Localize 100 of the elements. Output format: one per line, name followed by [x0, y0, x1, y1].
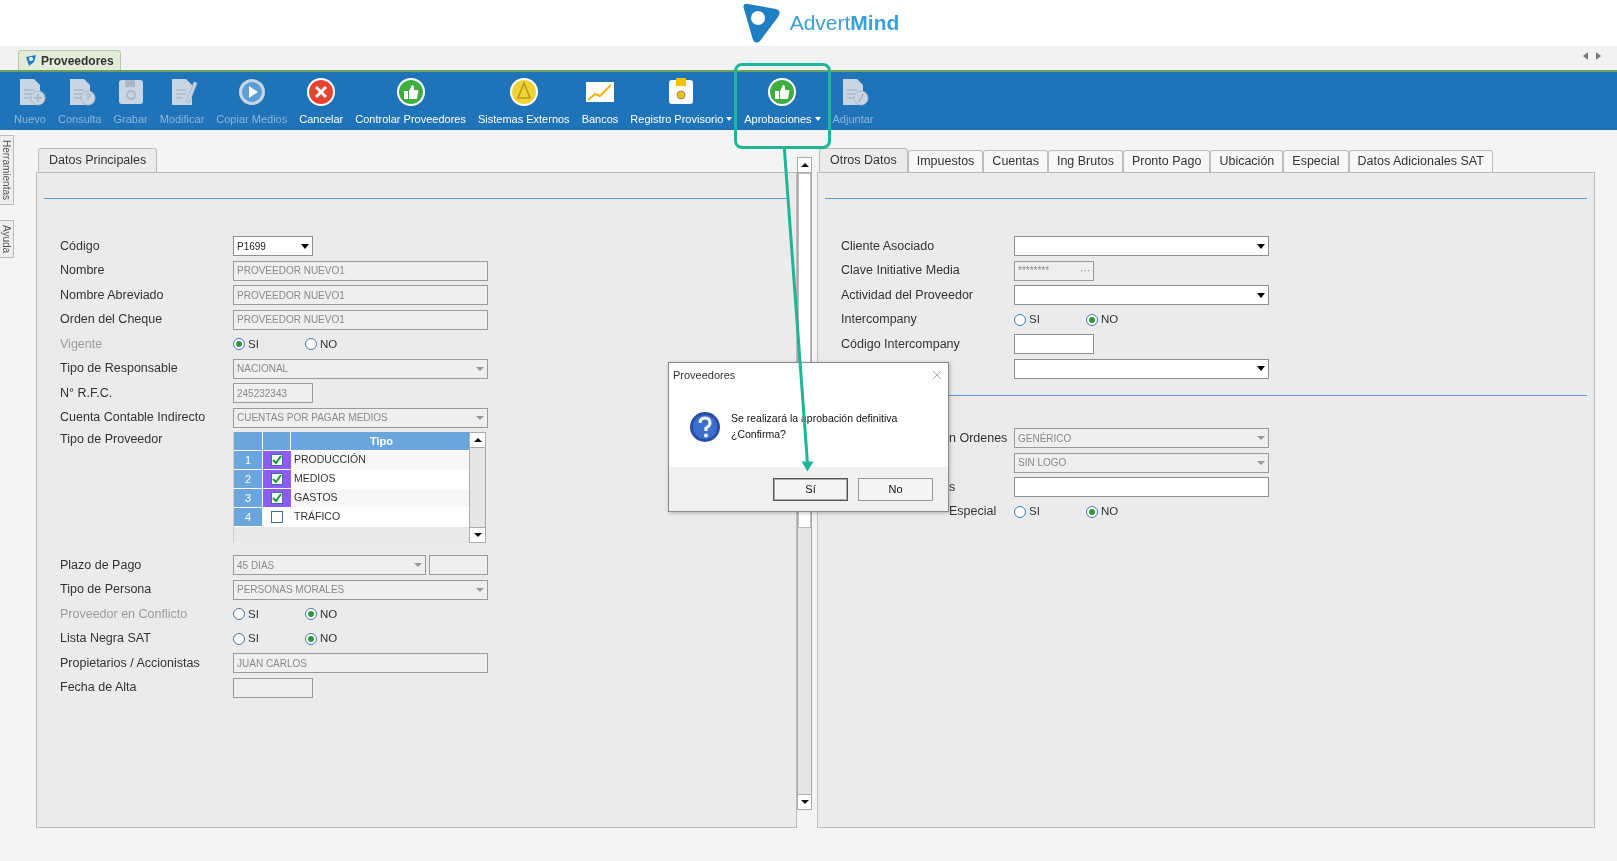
field-label: Vigente: [60, 335, 104, 353]
radio-label: NO: [320, 631, 338, 647]
select-field[interactable]: [1014, 358, 1269, 379]
checkbox[interactable]: [271, 492, 283, 504]
radio-label: NO: [320, 606, 338, 622]
panel-tab[interactable]: Ing Brutos: [1047, 150, 1123, 172]
field-label: Actividad del Proveedor: [841, 286, 975, 304]
field-label: Tipo de Persona: [60, 581, 153, 599]
side-tab[interactable]: Ayuda: [0, 220, 14, 259]
caret-icon: [1257, 460, 1265, 465]
radio-label: NO: [1101, 504, 1119, 520]
field-label: n Ordenes: [949, 429, 1009, 447]
toolbar-button[interactable]: Cancelar: [293, 72, 350, 130]
toolbar-button[interactable]: Controlar Proveedores: [349, 72, 472, 130]
field-label: Plazo de Pago: [60, 556, 143, 574]
scroll-down-button[interactable]: [469, 527, 486, 543]
radio-button[interactable]: [305, 608, 317, 621]
select-field[interactable]: P1699: [233, 236, 313, 257]
logo-icon: [25, 54, 37, 67]
input-field[interactable]: [1014, 334, 1094, 355]
radio-label: SI: [1029, 504, 1040, 520]
field-label: Fecha de Alta: [60, 679, 138, 697]
radio-button[interactable]: [233, 338, 245, 351]
scroll-left-icon[interactable]: [1583, 52, 1588, 60]
panel-tab[interactable]: Cuentas: [983, 150, 1048, 172]
select-field[interactable]: [1014, 285, 1269, 306]
checkbox[interactable]: [271, 454, 283, 466]
checkbox[interactable]: [271, 473, 283, 485]
radio-label: SI: [248, 336, 259, 352]
panel-tab[interactable]: Impuestos: [907, 150, 984, 172]
field-label: s: [949, 478, 957, 496]
radio-button[interactable]: [1086, 313, 1098, 326]
select-field[interactable]: [1014, 236, 1269, 257]
radio-button[interactable]: [305, 632, 317, 645]
field-label: Clave Initiative Media: [841, 262, 961, 280]
scroll-down-button[interactable]: [797, 794, 812, 810]
field-label: Orden del Cheque: [60, 311, 164, 329]
row-number: 3: [234, 489, 263, 508]
caret-icon: [301, 243, 309, 249]
field-label: Propietarios / Accionistas: [60, 654, 201, 672]
field-label: Nombre: [60, 262, 106, 280]
field-label: Especial: [949, 503, 998, 521]
side-tab[interactable]: Herramientas: [0, 135, 14, 206]
close-icon[interactable]: [932, 370, 942, 380]
field-label: Tipo de Proveedor: [60, 431, 164, 448]
table-cell: PRODUCCIÓN: [291, 451, 469, 470]
table-cell: MEDIOS: [291, 470, 469, 489]
radio-button[interactable]: [305, 338, 317, 351]
panel-tab[interactable]: Pronto Pago: [1122, 150, 1211, 172]
caret-icon: [1257, 243, 1265, 249]
radio-button[interactable]: [1014, 505, 1026, 518]
toolbar-button[interactable]: Aprobaciones: [738, 72, 827, 130]
caret-icon: [414, 563, 422, 568]
thumbs-up-icon: [394, 76, 427, 108]
scroll-right-icon[interactable]: [1596, 52, 1601, 60]
logo-text: AdvertMind: [789, 10, 900, 37]
field-label: Nombre Abreviado: [60, 286, 165, 304]
checkbox[interactable]: [271, 511, 283, 523]
panel-tab[interactable]: Especial: [1283, 150, 1349, 172]
column-header[interactable]: Tipo: [291, 432, 469, 451]
dialog-button[interactable]: No: [858, 477, 933, 501]
caret-icon: [726, 117, 733, 122]
panel-tab[interactable]: Ubicación: [1210, 150, 1284, 172]
panel-tab[interactable]: Datos Principales: [38, 148, 158, 172]
field-label: Intercompany: [841, 311, 918, 329]
cancel-icon: [305, 76, 338, 108]
field-label: Tipo de Responsable: [60, 360, 179, 378]
emblem-icon: [507, 76, 540, 108]
toolbar-button[interactable]: Sistemas Externos: [471, 72, 576, 130]
dialog-message: ¿Confirma?: [731, 427, 787, 442]
radio-label: SI: [248, 631, 259, 647]
radio-button[interactable]: [1014, 313, 1026, 326]
document-tab[interactable]: Proveedores: [18, 50, 121, 70]
radio-label: NO: [1101, 312, 1119, 328]
radio-label: SI: [1029, 312, 1040, 328]
row-number: 4: [234, 508, 263, 527]
scroll-up-button[interactable]: [469, 432, 486, 448]
scroll-up-button[interactable]: [797, 157, 812, 173]
radio-label: SI: [248, 606, 259, 622]
radio-button[interactable]: [1086, 505, 1098, 518]
field-label: Proveedor en Conflicto: [60, 605, 189, 623]
caret-icon: [476, 415, 484, 420]
header-cell: [234, 432, 263, 451]
caret-icon: [476, 587, 484, 592]
field-label: Lista Negra SAT: [60, 630, 152, 648]
table-cell: TRÁFICO: [291, 508, 469, 527]
panel-tab[interactable]: Datos Adicionales SAT: [1348, 150, 1493, 172]
dialog-button[interactable]: Sí: [773, 477, 848, 501]
dialog-title: Proveedores: [673, 367, 736, 383]
question-icon: [689, 411, 721, 443]
radio-label: NO: [320, 336, 338, 352]
caret-icon: [1257, 292, 1265, 298]
panel-tab[interactable]: Otros Datos: [819, 148, 908, 172]
toolbar-button[interactable]: Registro Provisorio: [624, 72, 739, 130]
toolbar-button[interactable]: Bancos: [575, 72, 625, 130]
field-label: Cliente Asociado: [841, 237, 936, 255]
radio-button[interactable]: [233, 608, 245, 621]
radio-button[interactable]: [233, 632, 245, 645]
field-label: Código Intercompany: [841, 335, 961, 353]
input-field[interactable]: [1014, 477, 1269, 498]
